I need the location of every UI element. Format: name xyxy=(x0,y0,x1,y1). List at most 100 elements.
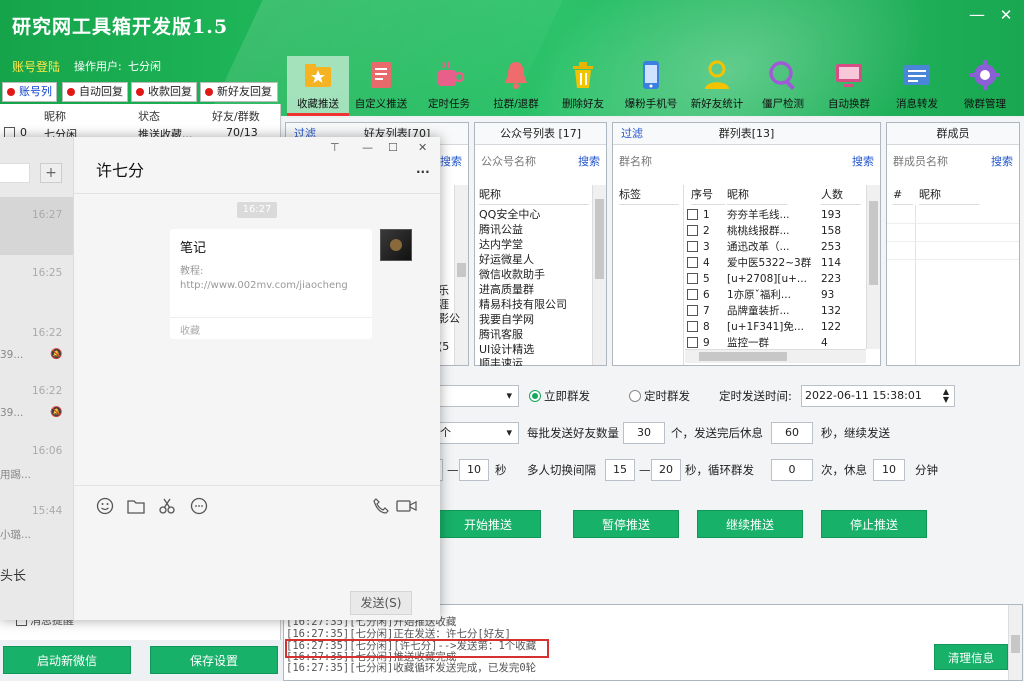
interval-to-input[interactable]: 10 xyxy=(459,459,489,481)
official-row[interactable]: 腾讯公益 xyxy=(479,222,523,237)
tool-phone-fans-button[interactable]: 爆粉手机号 xyxy=(620,56,682,116)
group-row-checkbox[interactable] xyxy=(687,225,698,236)
minimize-icon[interactable]: — xyxy=(968,6,986,24)
switch-from-input[interactable]: 15 xyxy=(605,459,635,481)
login-status[interactable]: 账号登陆 xyxy=(12,58,60,75)
groups-search-input[interactable]: 群名称 xyxy=(619,153,652,169)
group-row[interactable]: 2 桃桃线报群... 158 xyxy=(687,223,857,239)
group-row-checkbox[interactable] xyxy=(687,273,698,284)
friends-scrollbar[interactable] xyxy=(454,185,468,365)
account-select-dropdown[interactable]: ▾ xyxy=(433,385,519,407)
start-new-wechat-button[interactable]: 启动新微信 xyxy=(3,646,131,674)
tab-auto-reply[interactable]: 自动回复 xyxy=(62,82,128,102)
group-row[interactable]: 4 爱中医5322~3群 114 xyxy=(687,255,857,271)
avatar[interactable] xyxy=(380,229,412,261)
official-row[interactable]: 微信收款助手 xyxy=(479,267,545,282)
scissors-icon[interactable] xyxy=(158,497,178,515)
official-search-button[interactable]: 搜索 xyxy=(578,153,600,169)
tab-payment-reply[interactable]: 收款回复 xyxy=(131,82,197,102)
chat-minimize-icon[interactable]: — xyxy=(362,141,373,154)
pause-push-button[interactable]: 暂停推送 xyxy=(573,510,679,538)
video-call-icon[interactable] xyxy=(396,498,418,514)
resume-push-button[interactable]: 继续推送 xyxy=(697,510,803,538)
official-row[interactable]: 进高质量群 xyxy=(479,282,534,297)
save-settings-button[interactable]: 保存设置 xyxy=(150,646,278,674)
groups-scrollbar[interactable] xyxy=(866,185,880,349)
log-scrollbar[interactable] xyxy=(1008,605,1022,680)
tab-new-friend-reply[interactable]: 新好友回复 xyxy=(200,82,278,102)
monitor-icon xyxy=(836,64,862,87)
batch-size-input[interactable]: 30 xyxy=(623,422,665,444)
group-row-checkbox[interactable] xyxy=(687,305,698,316)
favorite-card-message[interactable]: 笔记 教程: http://www.002mv.com/jiaocheng 收藏 xyxy=(170,229,372,339)
friend-row[interactable]: 影公 xyxy=(438,311,460,326)
voice-call-icon[interactable] xyxy=(372,497,390,515)
group-row-checkbox[interactable] xyxy=(687,257,698,268)
official-row[interactable]: 顺丰速运 xyxy=(479,356,523,366)
group-row[interactable]: 1 夯夯羊毛线... 193 xyxy=(687,207,857,223)
group-row-checkbox[interactable] xyxy=(687,209,698,220)
tool-group-join-leave-button[interactable]: 拉群/退群 xyxy=(485,56,547,116)
official-scrollbar[interactable] xyxy=(592,185,606,365)
groups-search-button[interactable]: 搜索 xyxy=(852,153,874,169)
more-icon[interactable]: ··· xyxy=(416,165,430,179)
clear-log-button[interactable]: 清理信息 xyxy=(934,644,1008,670)
tab-account-list[interactable]: 账号列 xyxy=(2,82,57,102)
folder-icon[interactable] xyxy=(127,498,145,514)
stop-push-button[interactable]: 停止推送 xyxy=(821,510,927,538)
group-row-checkbox[interactable] xyxy=(687,241,698,252)
chat-bubble-icon[interactable] xyxy=(190,497,208,515)
group-row[interactable]: 8 [u+1F341]免... 122 xyxy=(687,319,857,335)
official-search-input[interactable]: 公众号名称 xyxy=(481,153,536,169)
tool-auto-switch-group-button[interactable]: 自动换群 xyxy=(818,56,880,116)
spinner-icon[interactable]: ▲ ▼ xyxy=(940,388,952,404)
loop-count-input[interactable]: 0 xyxy=(771,459,813,481)
chat-maximize-icon[interactable]: ☐ xyxy=(388,141,398,154)
switch-to-input[interactable]: 20 xyxy=(651,459,681,481)
group-row-checkbox[interactable] xyxy=(687,289,698,300)
tool-new-friend-stats-button[interactable]: 新好友统计 xyxy=(686,56,748,116)
batch-select-dropdown[interactable]: 个 ▾ xyxy=(433,422,519,444)
group-row-count: 253 xyxy=(821,241,842,253)
send-now-radio[interactable]: 立即群发 xyxy=(529,385,590,407)
chat-search-input[interactable] xyxy=(0,163,30,183)
members-search-input[interactable]: 群成员名称 xyxy=(893,153,948,169)
rest-seconds-input[interactable]: 60 xyxy=(771,422,813,444)
tool-custom-push-button[interactable]: 自定义推送 xyxy=(350,56,412,116)
add-chat-button[interactable]: + xyxy=(40,163,62,183)
official-row[interactable]: 达内学堂 xyxy=(479,237,523,252)
tool-message-forward-button[interactable]: 消息转发 xyxy=(886,56,948,116)
members-search-button[interactable]: 搜索 xyxy=(991,153,1013,169)
group-row[interactable]: 6 1亦原ˇ福利... 93 xyxy=(687,287,857,303)
official-row[interactable]: 腾讯客服 xyxy=(479,327,523,342)
chat-item-active[interactable] xyxy=(0,197,73,255)
emoji-icon[interactable] xyxy=(96,497,114,515)
group-row-checkbox[interactable] xyxy=(687,337,698,348)
radio-label: 立即群发 xyxy=(544,389,590,403)
tool-scheduled-task-button[interactable]: 定时任务 xyxy=(418,56,480,116)
start-push-button[interactable]: 开始推送 xyxy=(435,510,541,538)
chat-close-icon[interactable]: ✕ xyxy=(418,141,427,154)
tool-group-manage-button[interactable]: 微群管理 xyxy=(954,56,1016,116)
tool-delete-friend-button[interactable]: 删除好友 xyxy=(552,56,614,116)
official-row[interactable]: 精易科技有限公司 xyxy=(479,297,567,312)
group-row[interactable]: 3 通迅改革（... 253 xyxy=(687,239,857,255)
official-row[interactable]: 我要自学网 xyxy=(479,312,534,327)
message-time-chip: 16:27 xyxy=(237,202,277,218)
send-timed-radio[interactable]: 定时群发 xyxy=(629,385,690,407)
official-row[interactable]: 好运微星人 xyxy=(479,252,534,267)
group-row[interactable]: 7 品牌童装折... 132 xyxy=(687,303,857,319)
tool-zombie-check-button[interactable]: 僵尸检测 xyxy=(752,56,814,116)
official-row[interactable]: UI设计精选 xyxy=(479,342,534,357)
close-icon[interactable]: ✕ xyxy=(996,6,1016,24)
friends-search-button[interactable]: 搜索 xyxy=(440,153,462,169)
pin-icon[interactable]: ⊤ xyxy=(330,141,340,154)
timed-send-datetime[interactable]: 2022-06-11 15:38:01 ▲ ▼ xyxy=(801,385,955,407)
rest2-minutes-input[interactable]: 10 xyxy=(873,459,905,481)
send-button[interactable]: 发送(S) xyxy=(350,591,412,615)
official-row[interactable]: QQ安全中心 xyxy=(479,207,540,222)
tool-collect-push-button[interactable]: 收藏推送 xyxy=(287,56,349,116)
group-row-checkbox[interactable] xyxy=(687,321,698,332)
groups-hscrollbar[interactable] xyxy=(685,349,866,363)
group-row[interactable]: 5 [u+2708][u+... 223 xyxy=(687,271,857,287)
